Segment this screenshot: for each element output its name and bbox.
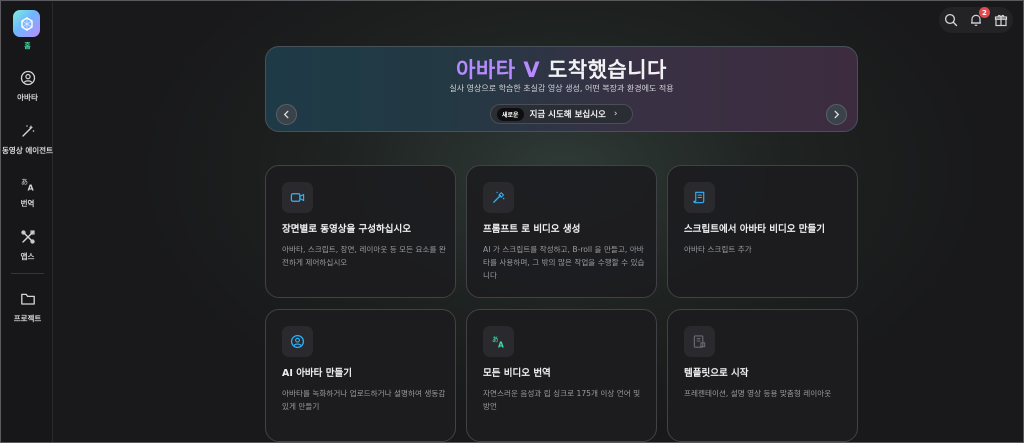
- translate-icon: あA: [21, 178, 35, 193]
- sidebar-item-video-agent[interactable]: 동영상 에이전트: [2, 123, 53, 156]
- sidebar-item-label: 프로젝트: [13, 314, 42, 323]
- search-button[interactable]: [943, 12, 959, 28]
- sidebar-item-apps[interactable]: 앱스: [2, 229, 53, 262]
- top-utility-bar: 2: [939, 7, 1013, 33]
- card-title: 프롬프트 로 비디오 생성: [483, 224, 581, 235]
- translate-icon: あA: [492, 336, 504, 350]
- cta-label: 지금 시도해 보십시오: [529, 110, 606, 120]
- card-script-to-avatar[interactable]: 스크립트에서 아바타 비디오 만들기 아바타 스크립트 추가: [667, 165, 858, 298]
- card-title: 스크립트에서 아바타 비디오 만들기: [684, 224, 826, 235]
- banner-subtitle: 실사 영상으로 학습한 초실감 영상 생성, 어떤 복장과 환경에도 적용: [449, 84, 674, 93]
- notification-badge: 2: [978, 7, 990, 18]
- card-description: 아바타, 스크립트, 장면, 레이아웃 등 모든 요소를 완전하게 제어하십시오: [282, 245, 446, 267]
- new-badge: 새로운: [497, 107, 524, 121]
- sidebar-item-translate[interactable]: あA 번역: [2, 176, 53, 209]
- chevron-right-icon: [834, 110, 840, 119]
- banner-next-button[interactable]: [826, 104, 847, 125]
- sidebar-item-label: 아바타: [17, 93, 38, 102]
- card-title: AI 아바타 만들기: [282, 368, 352, 379]
- script-icon: [693, 191, 705, 204]
- card-translate-video[interactable]: あA 모든 비디오 번역 자연스러운 음성과 립 싱크로 175개 이상 언어 …: [466, 309, 657, 442]
- logo-icon: [20, 16, 33, 31]
- sidebar-divider: [11, 273, 44, 274]
- card-description: 프레젠테이션, 설명 영상 등용 맞춤형 레이아웃: [684, 389, 832, 398]
- card-description: AI 가 스크립트를 작성하고, B-roll 을 만들고, 아바타를 사용하며…: [483, 245, 645, 280]
- sidebar-item-projects[interactable]: 프로젝트: [2, 291, 53, 324]
- chevron-left-icon: [283, 110, 289, 119]
- video-camera-icon: [290, 193, 305, 202]
- card-prompt-to-video[interactable]: 프롬프트 로 비디오 생성 AI 가 스크립트를 작성하고, B-roll 을 …: [466, 165, 657, 298]
- user-circle-icon: [20, 70, 35, 86]
- card-create-ai-avatar[interactable]: AI 아바타 만들기 아바타를 녹화하거나 업로드하거나 설명하여 생동감 있게…: [265, 309, 456, 442]
- svg-text:A: A: [27, 184, 34, 193]
- banner-title-highlight: 아바타 V: [456, 58, 541, 82]
- card-title: 템플릿으로 시작: [684, 368, 749, 379]
- sidebar: 홈 아바타 동영상 에이전트 あA 번역 앱스 프로젝트: [2, 2, 53, 442]
- search-icon: [945, 13, 958, 27]
- banner-prev-button[interactable]: [276, 104, 297, 125]
- card-scene-builder[interactable]: 장면별로 동영상을 구성하십시오 아바타, 스크립트, 장면, 레이아웃 등 모…: [265, 165, 456, 298]
- card-title: 장면별로 동영상을 구성하십시오: [282, 224, 411, 235]
- banner-cta-button[interactable]: 새로운 지금 시도해 보십시오 ›: [490, 104, 633, 124]
- card-icon-box: [282, 326, 313, 357]
- card-title: 모든 비디오 번역: [483, 368, 551, 379]
- promo-banner[interactable]: 아바타 V 도착했습니다 실사 영상으로 학습한 초실감 영상 생성, 어떤 복…: [265, 46, 858, 132]
- card-description: 자연스러운 음성과 립 싱크로 175개 이상 언어 및 방언: [483, 389, 641, 411]
- sidebar-item-label: 번역: [20, 199, 35, 208]
- card-icon-box: [282, 182, 313, 213]
- svg-text:A: A: [498, 341, 504, 349]
- card-start-from-template[interactable]: 템플릿으로 시작 프레젠테이션, 설명 영상 등용 맞춤형 레이아웃: [667, 309, 858, 442]
- sidebar-item-label: 앱스: [20, 252, 35, 261]
- sidebar-item-avatar[interactable]: 아바타: [2, 70, 53, 103]
- card-icon-box: [483, 182, 514, 213]
- card-icon-box: [684, 182, 715, 213]
- banner-title-rest: 도착했습니다: [540, 58, 667, 82]
- app-window: 홈 아바타 동영상 에이전트 あA 번역 앱스 프로젝트 2 아바타 V 도착했…: [0, 0, 1024, 443]
- gift-icon: [994, 14, 1007, 27]
- magic-wand-icon: [21, 125, 34, 137]
- template-icon: [693, 335, 706, 348]
- banner-title: 아바타 V 도착했습니다: [266, 54, 857, 84]
- apps-icon: [20, 230, 35, 244]
- card-description: 아바타를 녹화하거나 업로드하거나 설명하여 생동감 있게 만들기: [282, 389, 446, 411]
- magic-wand-icon: [493, 191, 505, 203]
- card-description: 아바타 스크립트 추가: [684, 245, 752, 254]
- gift-button[interactable]: [993, 12, 1009, 28]
- card-icon-box: [684, 326, 715, 357]
- card-icon-box: あA: [483, 326, 514, 357]
- sidebar-item-label: 동영상 에이전트: [2, 146, 53, 155]
- app-logo[interactable]: [13, 10, 40, 37]
- folder-icon: [20, 293, 35, 305]
- home-label[interactable]: 홈: [2, 41, 53, 51]
- chevron-right-icon: ›: [613, 109, 618, 119]
- user-circle-icon: [290, 334, 305, 349]
- notifications-button[interactable]: 2: [968, 7, 990, 28]
